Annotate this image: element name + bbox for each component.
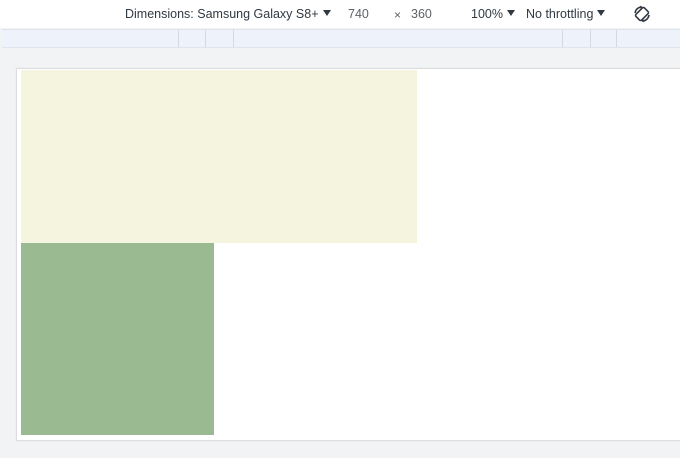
- emulated-viewport-area: [0, 48, 680, 458]
- ruler-tick: [616, 30, 617, 47]
- times-separator: ×: [394, 8, 402, 22]
- device-screen: [16, 68, 680, 441]
- zoom-dropdown[interactable]: 100%: [471, 7, 515, 21]
- ruler-tick: [178, 30, 179, 47]
- device-dimensions-label: Dimensions: Samsung Galaxy S8+: [125, 7, 319, 21]
- chevron-down-icon: [322, 10, 331, 16]
- ruler-tick: [562, 30, 563, 47]
- green-block: [21, 243, 214, 435]
- width-input[interactable]: 740: [348, 7, 369, 21]
- throttling-label: No throttling: [526, 7, 594, 21]
- rotate-icon[interactable]: [632, 4, 652, 24]
- throttling-dropdown[interactable]: No throttling: [526, 7, 606, 21]
- height-input[interactable]: 360: [411, 7, 432, 21]
- device-dimensions-dropdown[interactable]: Dimensions: Samsung Galaxy S8+: [125, 7, 331, 21]
- cream-block: [21, 70, 417, 243]
- ruler-tick: [205, 30, 206, 47]
- chevron-down-icon: [597, 10, 606, 16]
- zoom-label: 100%: [471, 7, 503, 21]
- media-query-ruler: [2, 29, 680, 48]
- ruler-tick: [590, 30, 591, 47]
- device-toolbar: Dimensions: Samsung Galaxy S8+ 740 × 360…: [0, 0, 680, 28]
- chevron-down-icon: [506, 10, 515, 16]
- ruler-tick: [233, 30, 234, 47]
